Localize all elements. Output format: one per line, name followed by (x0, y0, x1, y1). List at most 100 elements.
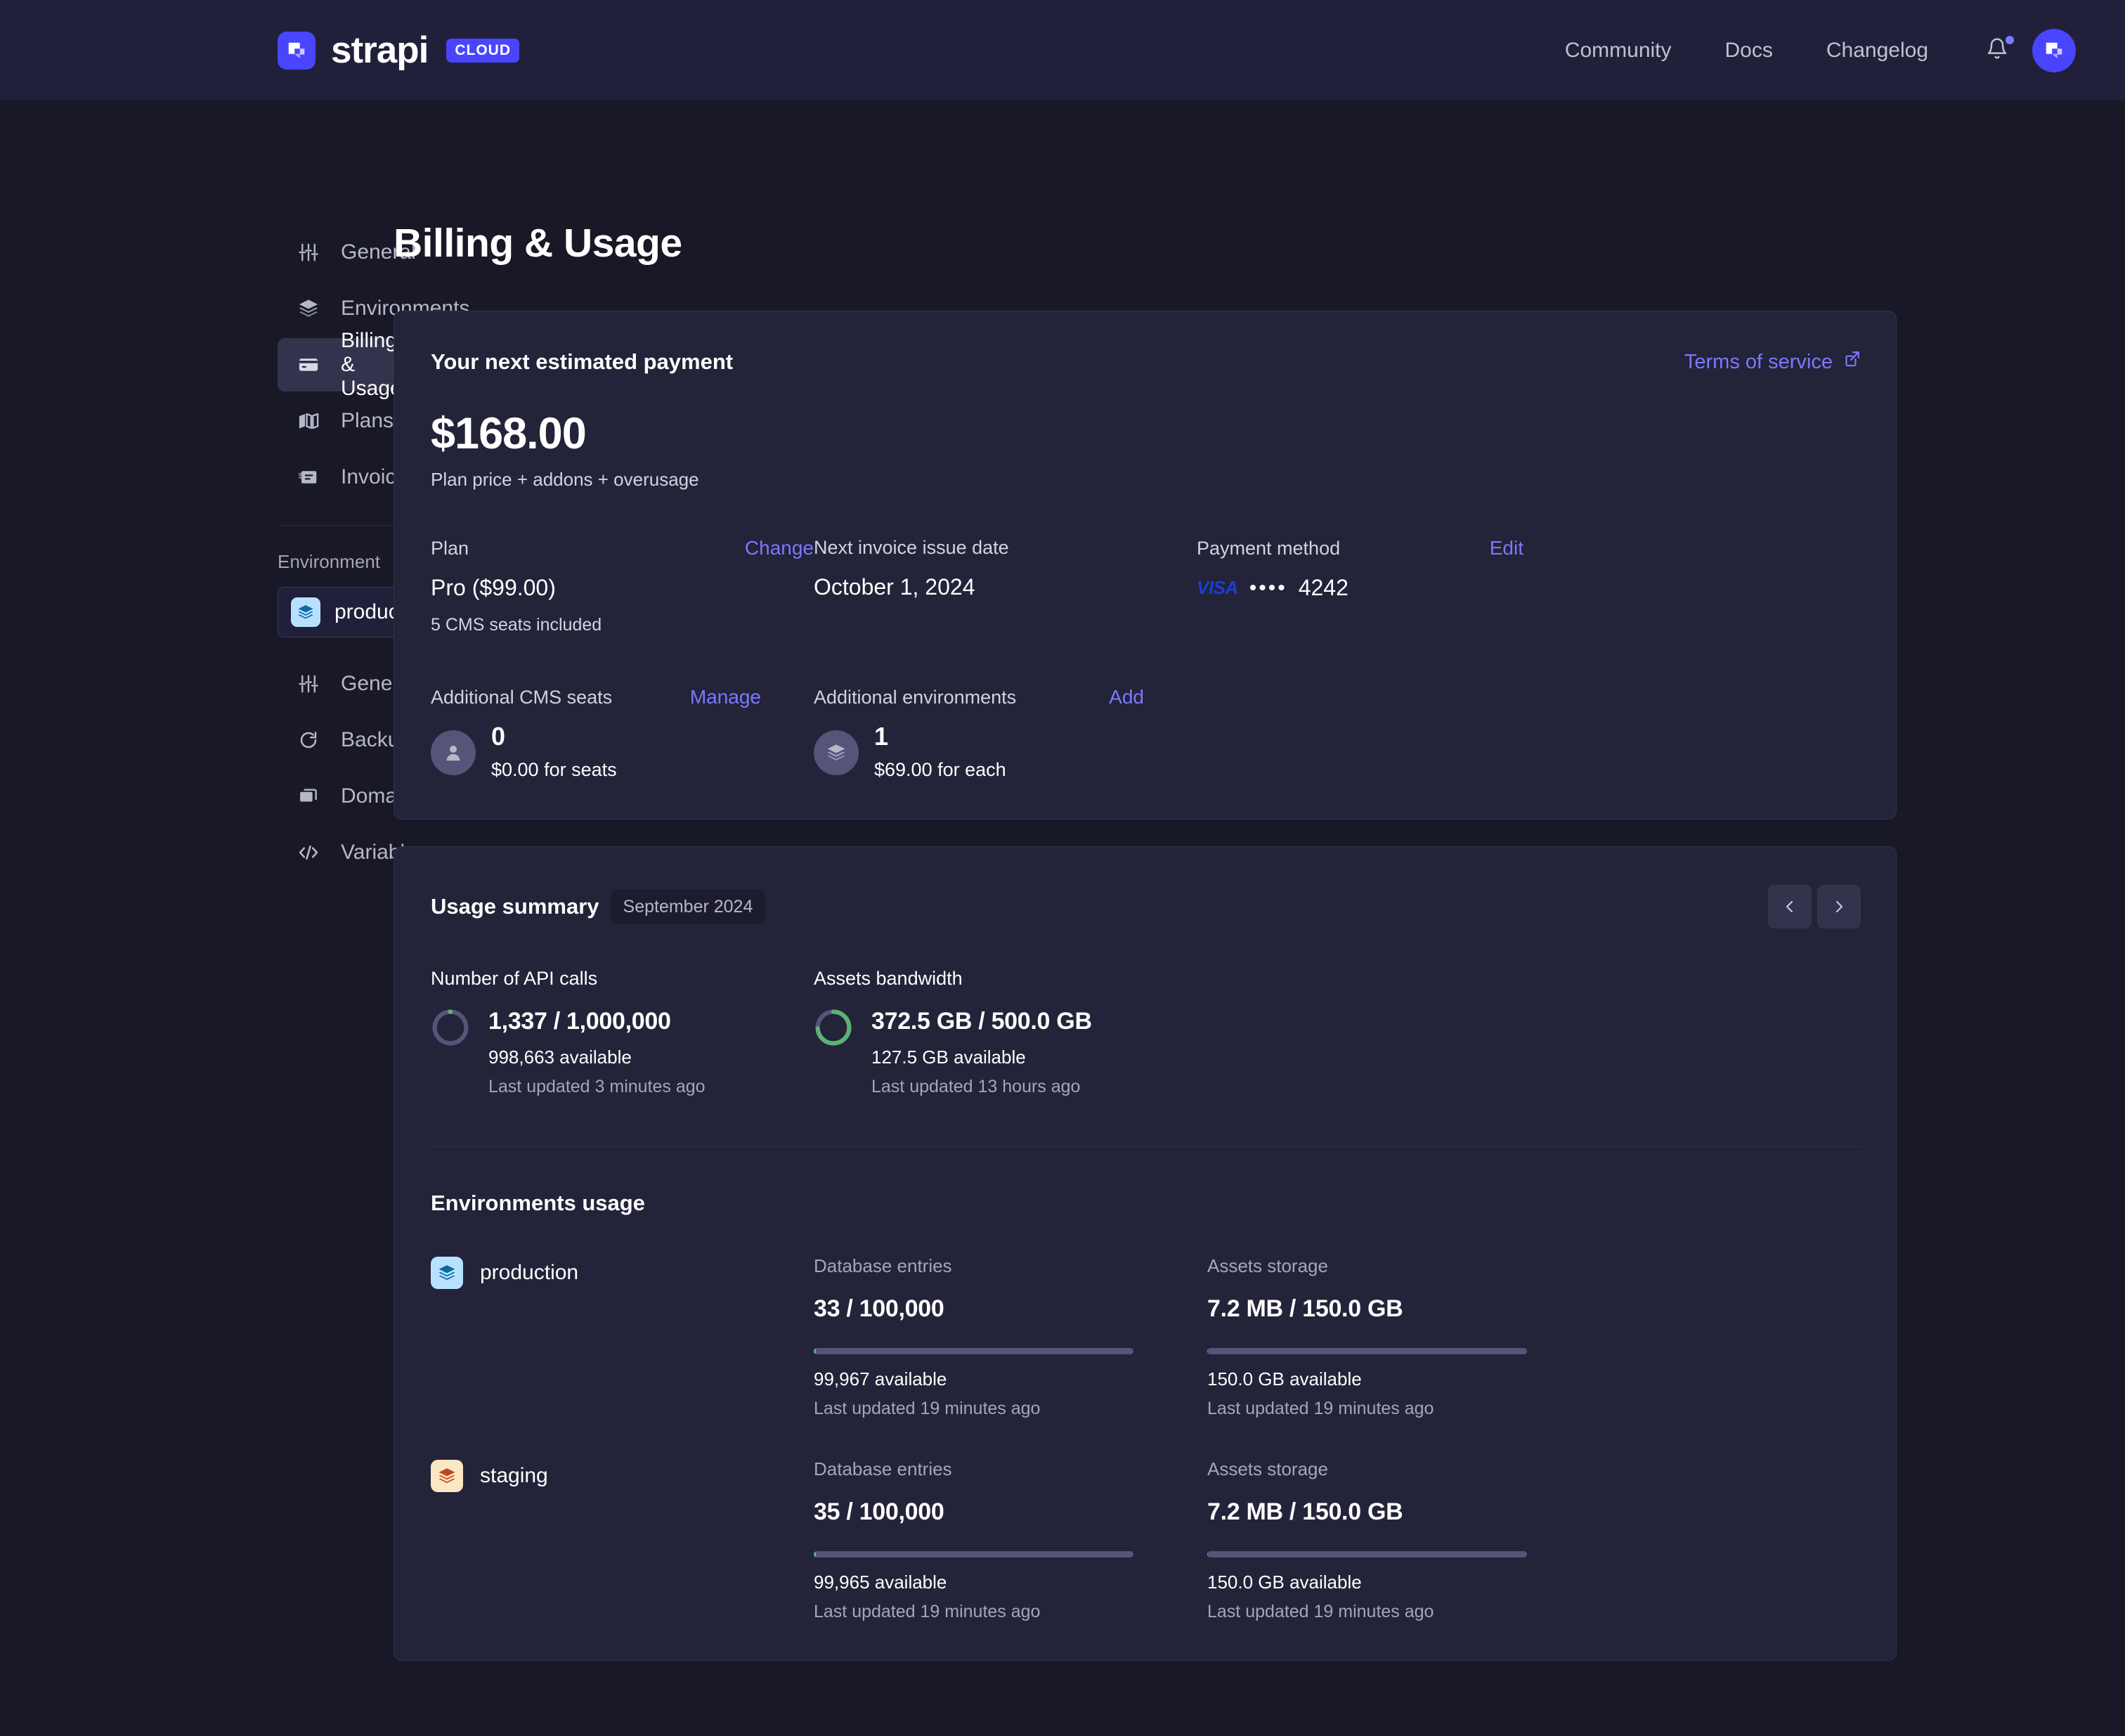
credit-card-icon (296, 352, 321, 377)
next-month-button[interactable] (1817, 885, 1861, 928)
progress-bar-fill (1207, 1551, 1209, 1557)
addon-count: 1 (874, 722, 889, 751)
progress-bar (814, 1348, 1133, 1354)
nav-link-docs[interactable]: Docs (1698, 39, 1800, 63)
layers-icon (431, 1460, 463, 1492)
brand-wordmark: strapi (331, 30, 429, 71)
notification-dot (2006, 36, 2014, 44)
progress-bar-fill (814, 1348, 816, 1354)
map-icon (296, 408, 321, 434)
env-metric-database-entries: Database entries 35 / 100,000 99,965 ava… (814, 1458, 1207, 1622)
estimated-amount: $168.00 (431, 409, 587, 458)
sidebar-item-billing-usage[interactable]: Billing & Usage (278, 329, 402, 400)
card-mask: •••• (1249, 576, 1287, 600)
environments-usage-title: Environments usage (431, 1191, 645, 1215)
payment-method-detail: Payment method Edit VISA •••• 4242 (1197, 537, 1523, 635)
sidebar-item-environments[interactable]: Environments (278, 282, 469, 335)
env-metric-updated: Last updated 19 minutes ago (814, 1399, 1041, 1418)
env-metric-updated: Last updated 19 minutes ago (1207, 1602, 1434, 1621)
user-icon (431, 730, 476, 775)
notifications-button[interactable] (1955, 36, 2032, 63)
metric-label: Number of API calls (431, 968, 598, 989)
metric-available: 127.5 GB available (871, 1047, 1026, 1068)
progress-bar (1207, 1348, 1527, 1354)
environment-usage-row: staging Database entries 35 / 100,000 99… (431, 1458, 1861, 1622)
card-last4: 4242 (1298, 575, 1349, 600)
nav-link-changelog[interactable]: Changelog (1800, 39, 1955, 63)
sidebar-item-plans[interactable]: Plans (278, 394, 394, 448)
prev-month-button[interactable] (1768, 885, 1812, 928)
env-metric-updated: Last updated 19 minutes ago (1207, 1399, 1434, 1418)
progress-ring (431, 1008, 470, 1097)
estimated-amount-subtitle: Plan price + addons + overusage (431, 469, 699, 490)
addon-cms-seats: Additional CMS seats Manage 0 $0.00 for … (431, 686, 814, 781)
metric-assets-bandwidth: Assets bandwidth 372.5 GB / 500.0 GB 127… (814, 968, 1197, 1097)
top-bar: strapi CLOUD Community Docs Changelog (0, 0, 2125, 101)
sidebar-item-variables[interactable]: Variables (278, 826, 427, 879)
code-icon (296, 840, 321, 865)
usage-pager (1768, 885, 1861, 928)
env-metric-available: 150.0 GB available (1207, 1368, 1362, 1390)
sidebar-item-domains[interactable]: Domains (278, 770, 424, 823)
add-environment-button[interactable]: Add (1109, 686, 1144, 708)
env-metric-value: 35 / 100,000 (814, 1498, 944, 1525)
progress-ring (814, 1008, 853, 1097)
plan-label: Plan (431, 538, 469, 559)
next-invoice-value: October 1, 2024 (814, 574, 975, 600)
sidebar-item-backups[interactable]: Backups (278, 713, 422, 767)
addon-count: 0 (491, 722, 506, 751)
sidebar-item-label: Plans (341, 409, 394, 432)
plan-detail: Plan Change Pro ($99.00) 5 CMS seats inc… (431, 537, 814, 635)
next-invoice-detail: Next invoice issue date October 1, 2024 (814, 537, 1197, 635)
estimated-payment-card: Your next estimated payment Terms of ser… (394, 311, 1897, 820)
environment-identity: production (431, 1255, 814, 1419)
environment-subnav: General Backups Domains Variables (278, 657, 427, 879)
avatar[interactable] (2032, 28, 2076, 72)
env-metric-value: 7.2 MB / 150.0 GB (1207, 1498, 1403, 1525)
manage-seats-button[interactable]: Manage (690, 686, 761, 708)
usage-summary-header: Usage summary September 2024 (431, 885, 1861, 928)
terms-of-service-link[interactable]: Terms of service (1684, 350, 1861, 374)
env-metric-available: 99,967 available (814, 1368, 947, 1390)
layers-icon (431, 1257, 463, 1289)
main-content: Billing & Usage Your next estimated paym… (394, 101, 2125, 1688)
cloud-badge: CLOUD (446, 38, 519, 63)
env-metric-label: Assets storage (1207, 1458, 1328, 1479)
environment-name: staging (480, 1464, 548, 1487)
nav-link-community[interactable]: Community (1538, 39, 1698, 63)
addon-label: Additional environments (814, 687, 1017, 708)
env-metric-value: 7.2 MB / 150.0 GB (1207, 1295, 1403, 1322)
metric-value: 1,337 / 1,000,000 (488, 1008, 671, 1035)
environment-name: production (480, 1261, 579, 1284)
sliders-icon (296, 240, 321, 265)
usage-summary-title: Usage summary (431, 894, 599, 919)
sidebar-item-general[interactable]: General (278, 226, 416, 279)
sidebar-item-invoices[interactable]: $ Invoices (278, 451, 418, 504)
external-link-icon (1843, 350, 1861, 374)
edit-payment-method-button[interactable]: Edit (1490, 537, 1523, 559)
environment-identity: staging (431, 1458, 814, 1622)
svg-text:$: $ (299, 472, 304, 480)
layers-icon (814, 730, 859, 775)
addon-environments: Additional environments Add 1 $69.00 for… (814, 686, 1197, 781)
bell-icon (1986, 37, 2008, 63)
sidebar: General Environments Billing & Usage Pla… (0, 101, 650, 1688)
metric-value: 372.5 GB / 500.0 GB (871, 1008, 1092, 1035)
sliders-icon (296, 671, 321, 697)
brand-logo[interactable]: strapi CLOUD (278, 29, 519, 72)
visa-icon: VISA (1197, 577, 1238, 598)
change-plan-button[interactable]: Change (745, 537, 814, 559)
addon-note: $0.00 for seats (491, 759, 617, 780)
invoice-icon: $ (296, 465, 321, 490)
card-title: Your next estimated payment (431, 349, 734, 374)
sidebar-item-env-general[interactable]: General (278, 657, 416, 711)
progress-bar-fill (1207, 1348, 1209, 1354)
env-metric-value: 33 / 100,000 (814, 1295, 944, 1322)
env-metric-label: Database entries (814, 1458, 952, 1479)
addon-note: $69.00 for each (874, 759, 1006, 780)
addon-label: Additional CMS seats (431, 687, 613, 708)
metric-api-calls: Number of API calls 1,337 / 1,000,000 99… (431, 968, 814, 1097)
metric-label: Assets bandwidth (814, 968, 963, 989)
env-metric-updated: Last updated 19 minutes ago (814, 1602, 1041, 1621)
usage-summary-card: Usage summary September 2024 Number of A… (394, 846, 1897, 1661)
